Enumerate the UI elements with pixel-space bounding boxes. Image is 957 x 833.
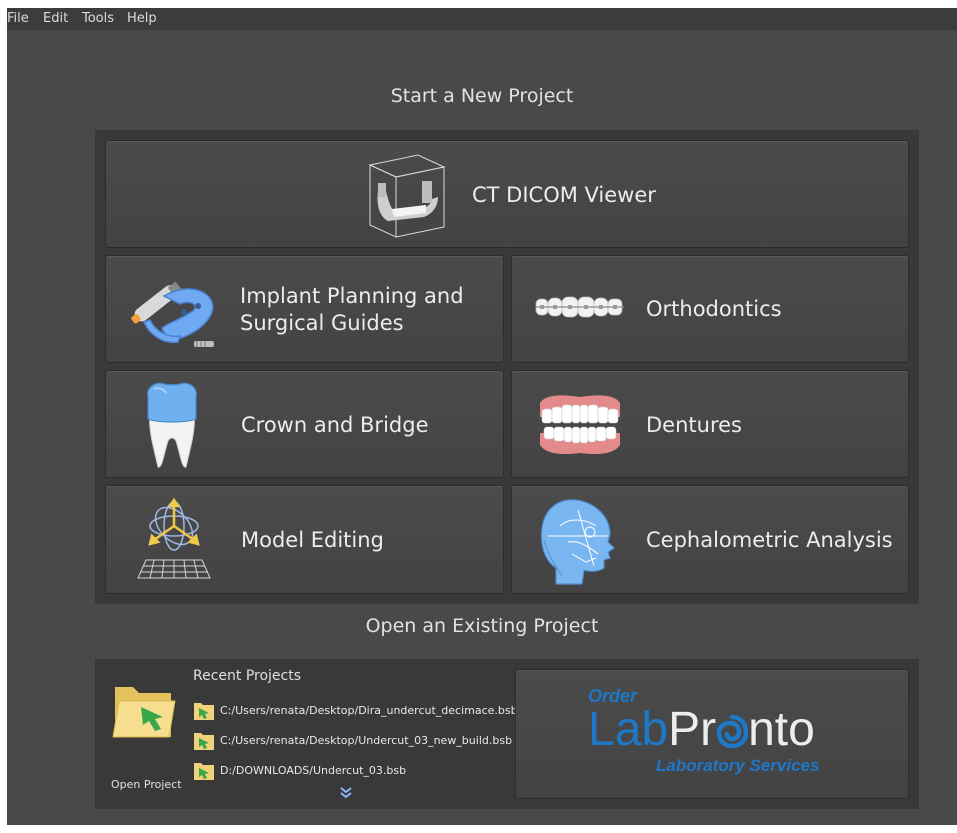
ct-dicom-viewer-button[interactable]: CT DICOM Viewer: [105, 140, 909, 248]
crown-label: Crown and Bridge: [241, 413, 429, 437]
dentures-button[interactable]: Dentures: [511, 370, 909, 478]
tooth-crown-icon: [147, 382, 197, 468]
model-editing-button[interactable]: Model Editing: [105, 485, 504, 594]
labpronto-lab-text: Lab: [588, 703, 669, 756]
labpronto-pr-text: Pr: [668, 703, 717, 756]
file-arrow-icon: [194, 703, 214, 720]
order-labpronto-button[interactable]: Order LabPr nto Laboratory Services: [515, 669, 909, 799]
menu-tools[interactable]: Tools: [82, 11, 114, 26]
implant-label-line1: Implant Planning and: [240, 284, 464, 308]
recent-project-path: D:/DOWNLOADS/Undercut_03.bsb: [220, 764, 407, 777]
labpronto-nto-text: nto: [748, 703, 815, 756]
recent-project-path: C:/Users/renata/Desktop/Dira_undercut_de…: [220, 704, 518, 717]
orthodontics-label: Orthodontics: [646, 297, 782, 321]
implant-label-line2: Surgical Guides: [240, 311, 404, 335]
cephalometric-analysis-button[interactable]: Cephalometric Analysis: [511, 485, 909, 594]
new-project-panel: CT DICOM Viewer Implant Planning and Sur…: [95, 130, 919, 604]
crown-and-bridge-button[interactable]: Crown and Bridge: [105, 370, 504, 478]
recent-project-path: C:/Users/renata/Desktop/Undercut_03_new_…: [220, 734, 513, 747]
labpronto-logo: LabPr nto: [588, 700, 815, 760]
file-arrow-icon: [194, 763, 214, 780]
chevron-double-down-icon[interactable]: [339, 787, 353, 799]
labpronto-swirl-icon: [716, 714, 749, 749]
existing-project-panel: Open Project Recent Projects C:/Users/re…: [95, 659, 919, 809]
existing-project-title: Open an Existing Project: [365, 615, 599, 637]
model-edit-icon: [137, 498, 211, 579]
orthodontics-button[interactable]: Orthodontics: [511, 255, 909, 363]
menu-file[interactable]: File: [7, 11, 29, 26]
folder-open-icon: [112, 687, 176, 738]
menu-edit[interactable]: Edit: [43, 11, 68, 26]
braces-icon: [535, 296, 624, 318]
implant-guide-icon: [131, 281, 214, 347]
dentures-label: Dentures: [646, 413, 742, 437]
recent-projects-title: Recent Projects: [193, 668, 302, 684]
app-window: File Edit Tools Help Start a New Project…: [7, 8, 957, 825]
menu-bar: File Edit Tools Help: [7, 8, 957, 30]
dentures-icon: [540, 395, 620, 455]
ct-dicom-label: CT DICOM Viewer: [472, 183, 656, 207]
cephalometric-head-icon: [540, 499, 615, 585]
menu-help[interactable]: Help: [127, 11, 157, 26]
dicom-cube-icon: [368, 154, 446, 238]
model-editing-label: Model Editing: [241, 528, 384, 552]
labpronto-tagline: Laboratory Services: [656, 756, 820, 775]
implant-planning-button[interactable]: Implant Planning and Surgical Guides: [105, 255, 504, 363]
open-project-button[interactable]: Open Project: [105, 671, 185, 797]
new-project-title: Start a New Project: [390, 85, 574, 107]
cephalometric-label: Cephalometric Analysis: [646, 528, 893, 552]
file-arrow-icon: [194, 733, 214, 750]
open-project-label: Open Project: [111, 778, 182, 791]
